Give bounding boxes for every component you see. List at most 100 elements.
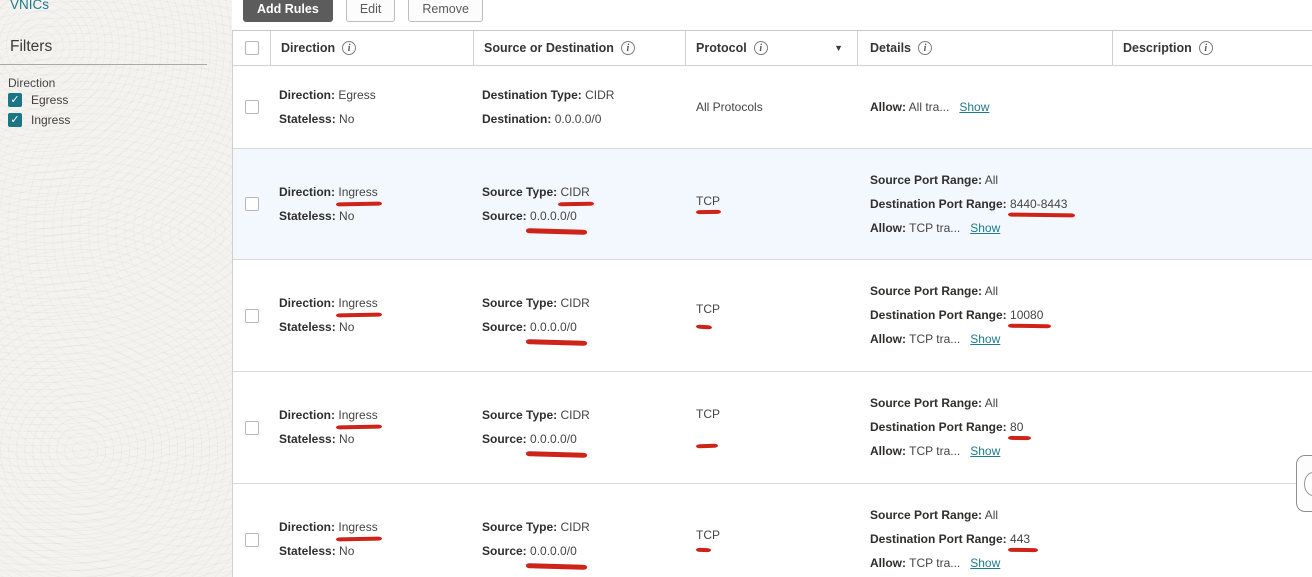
row-checkbox-cell <box>233 149 271 259</box>
field-label: Direction: <box>279 296 335 310</box>
show-link[interactable]: Show <box>970 332 1000 346</box>
direction-cell-line: Stateless: No <box>279 320 474 335</box>
select-all-checkbox[interactable] <box>245 41 259 55</box>
row-checkbox[interactable] <box>245 100 259 114</box>
direction-cell-line: Stateless: No <box>279 209 474 224</box>
row-checkbox-cell <box>233 484 271 577</box>
filters-title: Filters <box>10 38 52 56</box>
info-icon[interactable]: i <box>754 41 768 55</box>
details-cell: Allow: All tra...Show <box>858 66 1113 148</box>
direction-cell-line: Direction: Ingress <box>279 296 474 311</box>
header-protocol[interactable]: Protocol i ▼ <box>686 31 858 65</box>
field-label: Destination Port Range: <box>870 420 1007 434</box>
description-cell <box>1113 372 1312 483</box>
filter-option-egress[interactable]: ✓ Egress <box>8 93 68 107</box>
field-label: Destination: <box>482 112 551 126</box>
field-value: 8440-8443 <box>1010 197 1067 212</box>
field-label: Destination Port Range: <box>870 532 1007 546</box>
description-cell <box>1113 149 1312 259</box>
header-direction[interactable]: Direction i <box>271 31 474 65</box>
protocol-cell: All Protocols <box>686 66 858 148</box>
table-row: Direction: EgressStateless: NoDestinatio… <box>233 66 1312 149</box>
add-rules-button[interactable]: Add Rules <box>243 0 333 22</box>
sidebar-item-vnics[interactable]: VNICs <box>10 0 49 12</box>
field-value: Ingress <box>338 185 377 200</box>
row-checkbox[interactable] <box>245 309 259 323</box>
remove-button[interactable]: Remove <box>408 0 483 22</box>
protocol-value: TCP <box>696 528 858 542</box>
row-checkbox[interactable] <box>245 197 259 211</box>
field-label: Stateless: <box>279 209 336 223</box>
protocol-cell: TCP <box>686 260 858 371</box>
filter-option-ingress[interactable]: ✓ Ingress <box>8 113 70 127</box>
field-label: Source Type: <box>482 185 557 199</box>
header-description[interactable]: Description i <box>1113 31 1312 65</box>
header-label: Description <box>1123 41 1192 55</box>
field-label: Stateless: <box>279 112 336 126</box>
field-value: 0.0.0.0/0 <box>530 432 577 447</box>
details-line: Source Port Range: All <box>870 396 1113 411</box>
edit-button[interactable]: Edit <box>346 0 396 22</box>
field-label: Source Port Range: <box>870 396 982 410</box>
right-edge-widget[interactable] <box>1296 455 1312 512</box>
table-row: Direction: IngressStateless: NoSource Ty… <box>233 484 1312 577</box>
main-content: Add Rules Edit Remove Direction i Source… <box>232 0 1312 577</box>
header-label: Source or Destination <box>484 41 614 55</box>
red-annotation <box>696 444 718 449</box>
info-icon[interactable]: i <box>621 41 635 55</box>
details-line: Allow: TCP tra...Show <box>870 332 1113 347</box>
direction-cell-line: Direction: Ingress <box>279 408 474 423</box>
header-source-or-destination[interactable]: Source or Destination i <box>474 31 686 65</box>
select-all-cell <box>233 31 271 65</box>
field-label: Direction: <box>279 408 335 422</box>
row-checkbox[interactable] <box>245 533 259 547</box>
source-cell-line: Destination: 0.0.0.0/0 <box>482 112 686 127</box>
source-cell-line: Source: 0.0.0.0/0 <box>482 209 686 224</box>
field-label: Direction: <box>279 185 335 199</box>
show-link[interactable]: Show <box>959 100 989 114</box>
show-link[interactable]: Show <box>970 444 1000 458</box>
filter-direction-label: Direction <box>8 76 55 90</box>
source-cell-line: Source: 0.0.0.0/0 <box>482 320 686 335</box>
direction-cell: Direction: Ingress Stateless: No <box>271 260 474 371</box>
info-icon[interactable]: i <box>1199 41 1213 55</box>
source-cell-line: Source: 0.0.0.0/0 <box>482 544 686 559</box>
show-link[interactable]: Show <box>970 556 1000 570</box>
field-label: Allow: <box>870 444 906 458</box>
header-details[interactable]: Details i <box>858 31 1113 65</box>
direction-cell: Direction: Ingress Stateless: No <box>271 149 474 259</box>
header-label: Direction <box>281 41 335 55</box>
field-value: TCP tra... <box>909 332 960 346</box>
red-annotation <box>696 547 711 552</box>
field-label: Destination Type: <box>482 88 582 102</box>
source-cell-line: Source: 0.0.0.0/0 <box>482 432 686 447</box>
filter-option-label: Egress <box>31 93 68 107</box>
row-checkbox-cell <box>233 372 271 483</box>
row-checkbox[interactable] <box>245 421 259 435</box>
field-label: Stateless: <box>279 544 336 558</box>
field-value: Egress <box>338 88 375 102</box>
direction-cell: Direction: IngressStateless: No <box>271 372 474 483</box>
protocol-value: TCP <box>696 302 858 316</box>
details-cell: Source Port Range: AllDestination Port R… <box>858 260 1113 371</box>
protocol-value: TCP <box>696 407 858 421</box>
details-cell: Source Port Range: AllDestination Port R… <box>858 149 1113 259</box>
direction-cell-line: Direction: Egress <box>279 88 474 103</box>
field-value: No <box>339 544 354 558</box>
field-value: CIDR <box>560 296 589 310</box>
field-label: Source Type: <box>482 408 557 422</box>
show-link[interactable]: Show <box>970 221 1000 235</box>
field-value: All <box>985 284 998 298</box>
field-value: No <box>339 320 354 334</box>
info-icon[interactable]: i <box>342 41 356 55</box>
source-cell-line: Source Type: CIDR <box>482 408 686 423</box>
details-line: Destination Port Range: 8440-8443 <box>870 197 1113 212</box>
description-cell <box>1113 260 1312 371</box>
security-rules-page: VNICs Filters Direction ✓ Egress ✓ Ingre… <box>0 0 1312 577</box>
info-icon[interactable]: i <box>918 41 932 55</box>
rules-table-body: Direction: EgressStateless: NoDestinatio… <box>233 66 1312 577</box>
header-label: Details <box>870 41 911 55</box>
source-cell-line: Source Type: CIDR <box>482 520 686 535</box>
field-value: TCP tra... <box>909 221 960 235</box>
chevron-down-icon[interactable]: ▼ <box>834 44 843 53</box>
